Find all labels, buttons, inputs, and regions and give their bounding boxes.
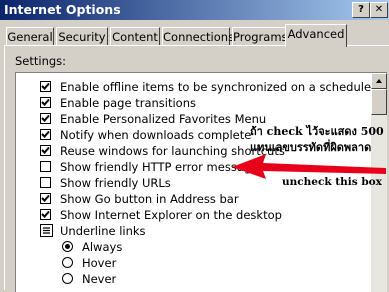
checkbox-checked[interactable]: [40, 97, 51, 108]
arrow-up-icon: [376, 79, 382, 83]
setting-label: Notify when downloads complete: [60, 128, 252, 142]
group-label: Underline links: [60, 224, 146, 238]
window-title: Internet Options: [4, 2, 121, 17]
tab-programs[interactable]: Programs: [232, 27, 288, 46]
radio-button[interactable]: [62, 273, 73, 284]
tab-security[interactable]: Security: [56, 27, 108, 46]
checkbox-checked[interactable]: [40, 113, 51, 124]
tab-advanced[interactable]: Advanced: [285, 24, 347, 47]
radio-label: Always: [82, 240, 123, 254]
list-settings-icon: [40, 224, 53, 237]
title-bar: Internet Options ? ✕: [0, 0, 389, 20]
tab-general[interactable]: General: [6, 27, 54, 46]
setting-label: Enable Personalized Favorites Menu: [60, 112, 267, 126]
scroll-up-button[interactable]: [371, 73, 387, 89]
setting-label: Enable offline items to be synchronized …: [60, 80, 372, 94]
help-button[interactable]: ?: [352, 2, 370, 18]
close-button[interactable]: ✕: [370, 2, 388, 18]
tab-strip: General Security Content Connections Pro…: [4, 24, 389, 47]
checkbox-checked[interactable]: [40, 209, 51, 220]
checkbox-checked[interactable]: [40, 193, 51, 204]
checkbox-checked[interactable]: [40, 145, 51, 156]
uncheck-annotation: uncheck this box: [282, 176, 382, 188]
tab-connections[interactable]: Connections: [162, 27, 234, 46]
radio-button[interactable]: [62, 257, 73, 268]
thai-annotation-line1: ถ้า check ไว้จะแสดง 500: [250, 125, 384, 138]
checkbox-unchecked[interactable]: [40, 177, 51, 188]
settings-label: Settings:: [15, 54, 67, 68]
setting-label: Show friendly URLs: [60, 176, 171, 190]
thai-annotation: ถ้า check ไว้จะแสดง 500 แทนเลขบรรทัดที่ผ…: [250, 124, 384, 156]
setting-label: Show Go button in Address bar: [60, 192, 239, 206]
setting-label: Enable page transitions: [60, 96, 196, 110]
thai-annotation-line2: แทนเลขบรรทัดที่ผิดพลาด: [250, 141, 372, 154]
checkbox-checked[interactable]: [40, 81, 51, 92]
radio-label: Hover: [82, 256, 117, 270]
setting-label: Show Internet Explorer on the desktop: [60, 208, 282, 222]
scroll-thumb[interactable]: [371, 89, 387, 115]
tab-content[interactable]: Content: [110, 27, 160, 46]
radio-button[interactable]: [62, 241, 73, 252]
checkbox-checked[interactable]: [40, 129, 51, 140]
checkbox-unchecked[interactable]: [40, 161, 51, 172]
